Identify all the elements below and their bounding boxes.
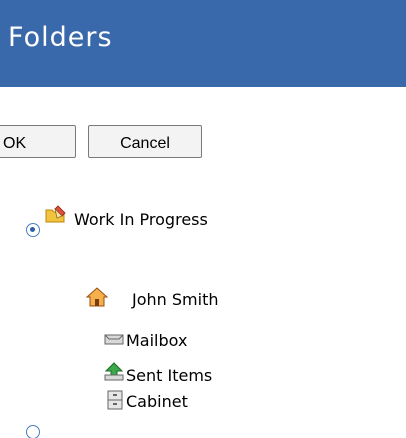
radio-cabinet[interactable]: [26, 425, 40, 438]
radio-work-in-progress[interactable]: [26, 223, 40, 237]
tree-item-cabinet[interactable]: Cabinet: [126, 392, 188, 411]
cancel-button[interactable]: Cancel: [88, 125, 202, 158]
ok-button[interactable]: OK: [0, 125, 76, 158]
radio-selected-dot: [30, 227, 35, 232]
sent-items-icon: [104, 362, 124, 382]
header-bar: Folders: [0, 0, 406, 87]
folder-edit-icon: [45, 204, 69, 224]
tree-item-sent-items[interactable]: Sent Items: [126, 366, 212, 385]
folders-dialog: Folders OK Cancel Work In Progress John …: [0, 0, 406, 438]
page-title: Folders: [8, 22, 113, 53]
mailbox-icon: [104, 331, 124, 345]
tree-item-work-in-progress[interactable]: Work In Progress: [74, 210, 208, 229]
home-icon: [85, 287, 109, 307]
tree-item-mailbox[interactable]: Mailbox: [126, 331, 187, 350]
cabinet-icon: [107, 390, 123, 410]
tree-item-owner[interactable]: John Smith: [132, 290, 218, 309]
